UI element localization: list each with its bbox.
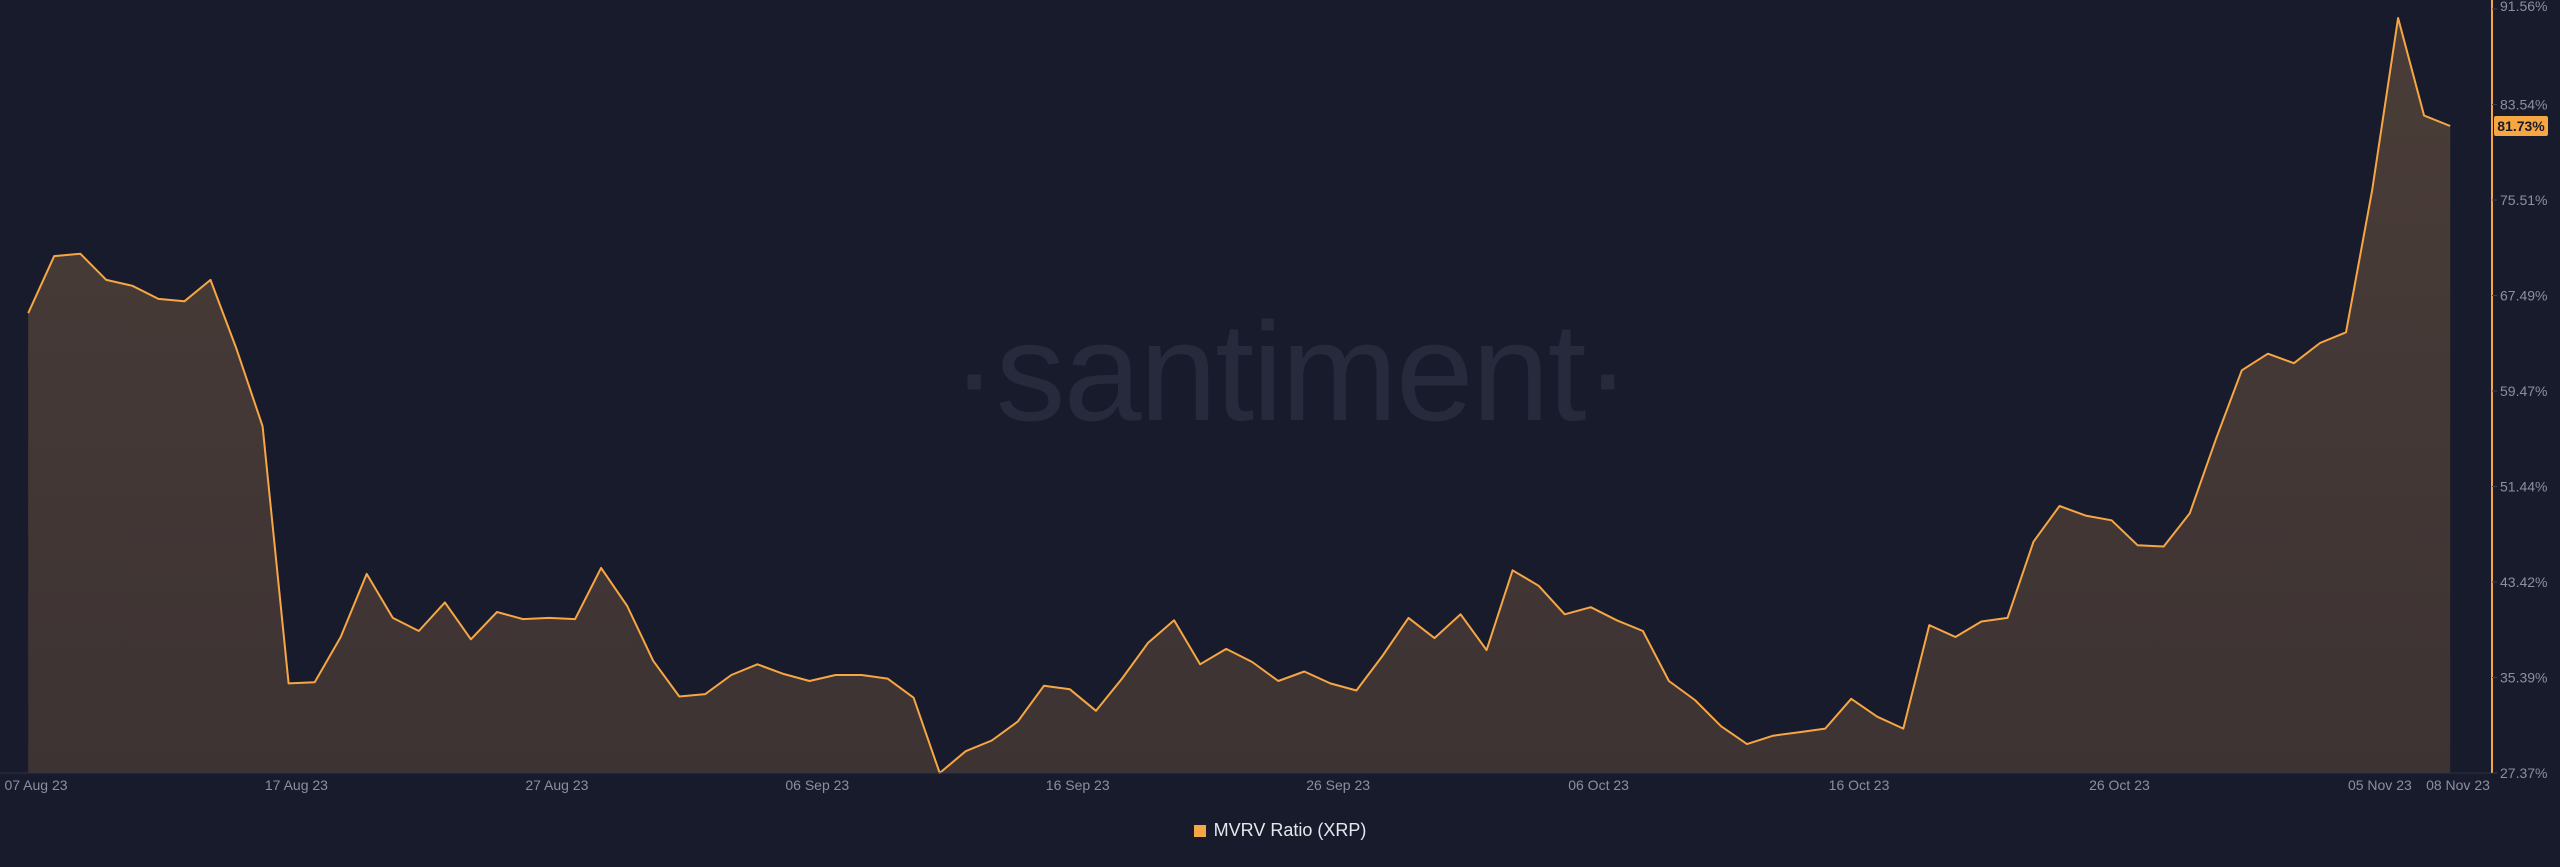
x-tick-label: 17 Aug 23: [265, 777, 328, 793]
y-tick-label: 75.51%: [2500, 192, 2547, 208]
x-tick-label: 05 Nov 23: [2348, 777, 2412, 793]
y-tick-label: 67.49%: [2500, 288, 2547, 304]
x-tick-label: 27 Aug 23: [525, 777, 588, 793]
y-tick-label: 43.42%: [2500, 574, 2547, 590]
x-axis: 07 Aug 23 17 Aug 23 27 Aug 23 06 Sep 23 16 S…: [4, 777, 2490, 793]
legend-swatch: [1193, 824, 1206, 837]
x-tick-label: 08 Nov 23: [2426, 777, 2490, 793]
y-tick-label: 59.47%: [2500, 383, 2547, 399]
y-tick-label: 83.54%: [2500, 97, 2547, 113]
current-value-label: 81.73%: [2497, 118, 2545, 134]
x-tick-label: 16 Oct 23: [1829, 777, 1890, 793]
x-tick-label: 07 Aug 23: [4, 777, 67, 793]
x-tick-label: 16 Sep 23: [1046, 777, 1110, 793]
current-value-marker: 81.73%: [2494, 116, 2548, 136]
legend: MVRV Ratio (XRP): [0, 820, 2560, 841]
x-tick-label: 26 Oct 23: [2089, 777, 2150, 793]
y-tick-label: 91.56%: [2500, 0, 2547, 14]
x-tick-label: 06 Sep 23: [785, 777, 849, 793]
x-tick-label: 06 Oct 23: [1568, 777, 1629, 793]
watermark: ·santiment·: [951, 293, 1629, 450]
y-tick-label: 51.44%: [2500, 479, 2547, 495]
chart: ·santiment· 91.56% 83.54% 75.51% 67.49% 59.4…: [0, 0, 2548, 793]
y-tick-label: 27.37%: [2500, 765, 2547, 781]
legend-label: MVRV Ratio (XRP): [1213, 820, 1367, 840]
x-tick-label: 26 Sep 23: [1306, 777, 1370, 793]
y-tick-label: 35.39%: [2500, 670, 2547, 686]
